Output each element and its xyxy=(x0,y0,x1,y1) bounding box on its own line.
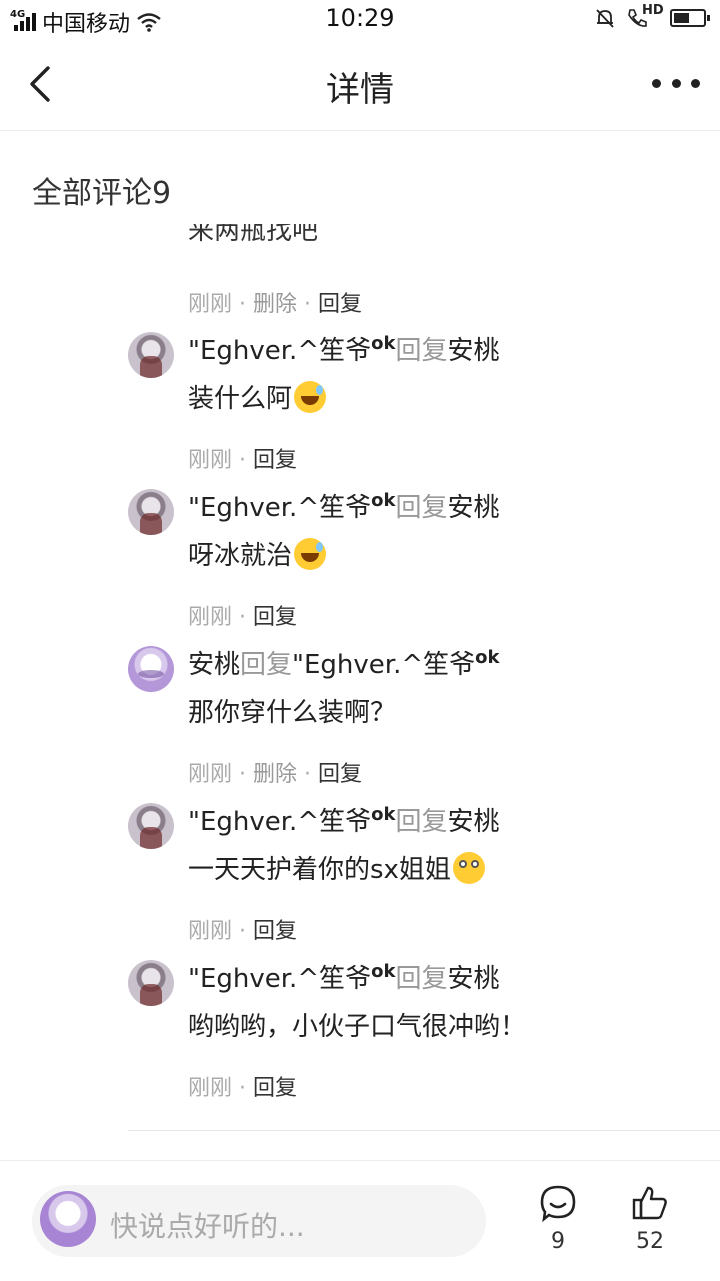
nav-header: 详情 xyxy=(0,38,720,131)
comment-time: 刚刚 xyxy=(188,919,233,944)
reply-target[interactable]: 安桃 xyxy=(447,807,499,837)
page-title: 详情 xyxy=(326,70,394,110)
mute-bell-icon xyxy=(596,9,614,28)
partial-comment-text: 来两瓶找吧 xyxy=(188,224,319,246)
comment-text: 呀冰就治 xyxy=(188,535,327,572)
hd-call-icon: HD xyxy=(626,3,664,29)
reply-word: 回复 xyxy=(395,336,448,366)
reply-word: 回复 xyxy=(240,650,293,680)
more-dots-icon xyxy=(652,78,661,88)
comment-button[interactable]: 9 xyxy=(528,1183,588,1254)
comment-text: 哟哟哟，小伙子口气很冲哟！ xyxy=(188,1012,527,1042)
comment-text: 一天天护着你的sx姐姐 xyxy=(188,849,485,886)
comment-meta: 刚刚 · 回复 xyxy=(188,919,298,944)
comment-header: 安桃回复"Eghver.^笙爷ok xyxy=(188,644,499,681)
comment-author[interactable]: "Eghver.^笙爷 xyxy=(188,807,371,837)
reply-word: 回复 xyxy=(395,807,448,837)
comment-author[interactable]: "Eghver.^笙爷 xyxy=(188,964,371,994)
comment-text: 那你穿什么装啊？ xyxy=(188,698,397,728)
comment-header: "Eghver.^笙爷ok回复安桃 xyxy=(188,330,499,367)
grinning-sweat-emoji-icon xyxy=(294,380,327,413)
comment-meta: 刚刚 · 回复 xyxy=(188,605,298,630)
comment-author[interactable]: 安桃 xyxy=(188,650,240,680)
comment-meta: 刚刚 · 回复 xyxy=(188,448,298,473)
comment-count: 9 xyxy=(551,1229,565,1254)
grinning-sweat-emoji-icon xyxy=(294,537,327,570)
comment-input-placeholder: 快说点好听的... xyxy=(110,1210,305,1243)
bottom-bar: 快说点好听的... 9 52 xyxy=(0,1160,720,1281)
reply-link[interactable]: 回复 xyxy=(253,919,297,944)
delete-link[interactable]: 删除 xyxy=(253,762,297,787)
comment-header: "Eghver.^笙爷ok回复安桃 xyxy=(188,487,499,524)
hd-label: HD xyxy=(642,3,664,18)
comment-text: 装什么阿 xyxy=(188,378,327,415)
delete-link[interactable]: 删除 xyxy=(253,292,297,317)
comment-input[interactable]: 快说点好听的... xyxy=(32,1185,486,1257)
list-divider xyxy=(128,1130,720,1131)
avatar[interactable] xyxy=(128,332,174,378)
comment-author[interactable]: "Eghver.^笙爷 xyxy=(188,493,371,523)
author-badge: ok xyxy=(371,804,396,825)
reply-target[interactable]: "Eghver.^笙爷 xyxy=(292,650,475,680)
comment-bubble-icon xyxy=(540,1185,576,1223)
like-count: 52 xyxy=(636,1229,664,1254)
status-bar: 4G 中国移动 10:29 HD xyxy=(0,0,720,38)
avatar[interactable] xyxy=(128,489,174,535)
more-button[interactable] xyxy=(652,68,700,98)
avatar xyxy=(40,1191,96,1247)
reply-word: 回复 xyxy=(395,493,448,523)
reply-target[interactable]: 安桃 xyxy=(447,964,499,994)
avatar[interactable] xyxy=(128,646,174,692)
reply-target[interactable]: 安桃 xyxy=(447,336,499,366)
battery-icon xyxy=(670,9,710,27)
reply-link[interactable]: 回复 xyxy=(253,1076,297,1101)
comment-time: 刚刚 xyxy=(188,762,233,787)
eye-roll-emoji-icon xyxy=(452,851,485,884)
author-badge: ok xyxy=(371,333,396,354)
reply-link[interactable]: 回复 xyxy=(253,605,297,630)
reply-link[interactable]: 回复 xyxy=(318,762,362,787)
like-button[interactable]: 52 xyxy=(620,1183,680,1254)
reply-link[interactable]: 回复 xyxy=(318,292,362,317)
author-badge: ok xyxy=(371,490,396,511)
reply-word: 回复 xyxy=(395,964,448,994)
avatar[interactable] xyxy=(128,960,174,1006)
reply-target[interactable]: 安桃 xyxy=(447,493,499,523)
avatar[interactable] xyxy=(128,803,174,849)
reply-link[interactable]: 回复 xyxy=(253,448,297,473)
comment-meta: 刚刚 · 回复 xyxy=(188,1076,298,1101)
comment-meta: 刚刚 · 删除 · 回复 xyxy=(188,762,363,787)
thumbs-up-icon xyxy=(632,1186,667,1220)
comment-header: "Eghver.^笙爷ok回复安桃 xyxy=(188,958,499,995)
comment-time: 刚刚 xyxy=(188,605,233,630)
author-badge: ok xyxy=(371,961,396,982)
target-badge: ok xyxy=(475,647,500,668)
comment-meta: 刚刚 · 删除 · 回复 xyxy=(188,292,363,317)
comment-author[interactable]: "Eghver.^笙爷 xyxy=(188,336,371,366)
comment-time: 刚刚 xyxy=(188,1076,233,1101)
comments-section-title: 全部评论9 xyxy=(32,176,172,211)
comment-header: "Eghver.^笙爷ok回复安桃 xyxy=(188,801,499,838)
comment-time: 刚刚 xyxy=(188,448,233,473)
